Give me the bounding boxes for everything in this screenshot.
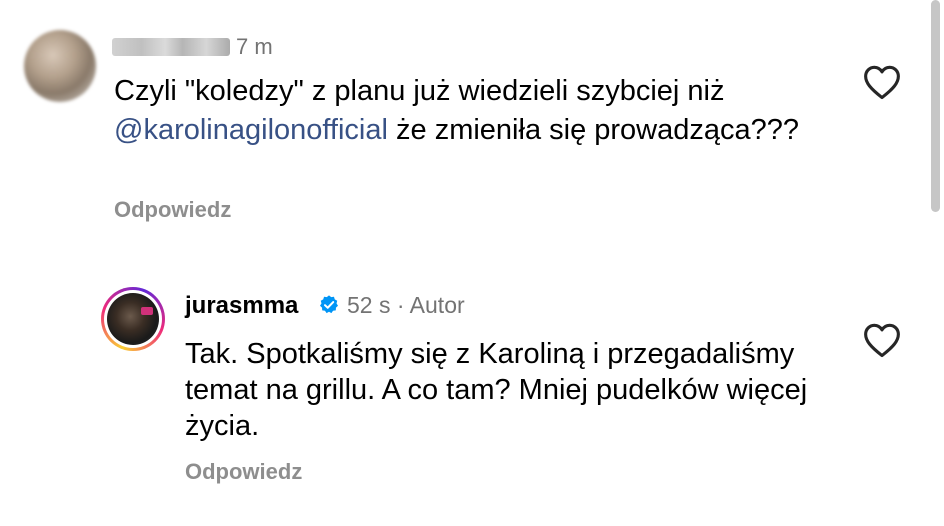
heart-outline-icon[interactable]: [862, 64, 902, 100]
separator-dot: ·: [396, 292, 405, 318]
avatar: [107, 293, 159, 345]
comment-username[interactable]: jurasmma: [185, 292, 298, 320]
scrollbar[interactable]: [931, 0, 940, 212]
reply-button[interactable]: Odpowiedz: [185, 459, 302, 485]
mention-link[interactable]: @karolinagilonofficial: [114, 114, 388, 146]
comment-text: Tak. Spotkaliśmy się z Karoliną i przega…: [185, 338, 808, 442]
avatar[interactable]: [24, 30, 96, 102]
author-label: Autor: [409, 292, 465, 318]
comment-meta: 52 s · Autor: [347, 292, 465, 319]
story-ring-avatar[interactable]: [101, 287, 165, 351]
comment-text-before-mention: Czyli "koledzy" z planu już wiedzieli sz…: [114, 75, 725, 107]
reply-button[interactable]: Odpowiedz: [114, 197, 231, 223]
comments-screen: 7 m Czyli "koledzy" z planu już wiedziel…: [0, 0, 944, 526]
comment-text: Czyli "koledzy" z planu już wiedzieli sz…: [114, 72, 834, 150]
verified-badge-icon: [320, 295, 338, 314]
heart-outline-icon[interactable]: [862, 322, 902, 358]
comment-timestamp: 7 m: [236, 34, 273, 59]
comment-text-after-mention: że zmieniła się prowadząca???: [387, 114, 800, 146]
comment-timestamp: 52 s: [347, 292, 391, 318]
redacted-username[interactable]: [112, 38, 230, 56]
